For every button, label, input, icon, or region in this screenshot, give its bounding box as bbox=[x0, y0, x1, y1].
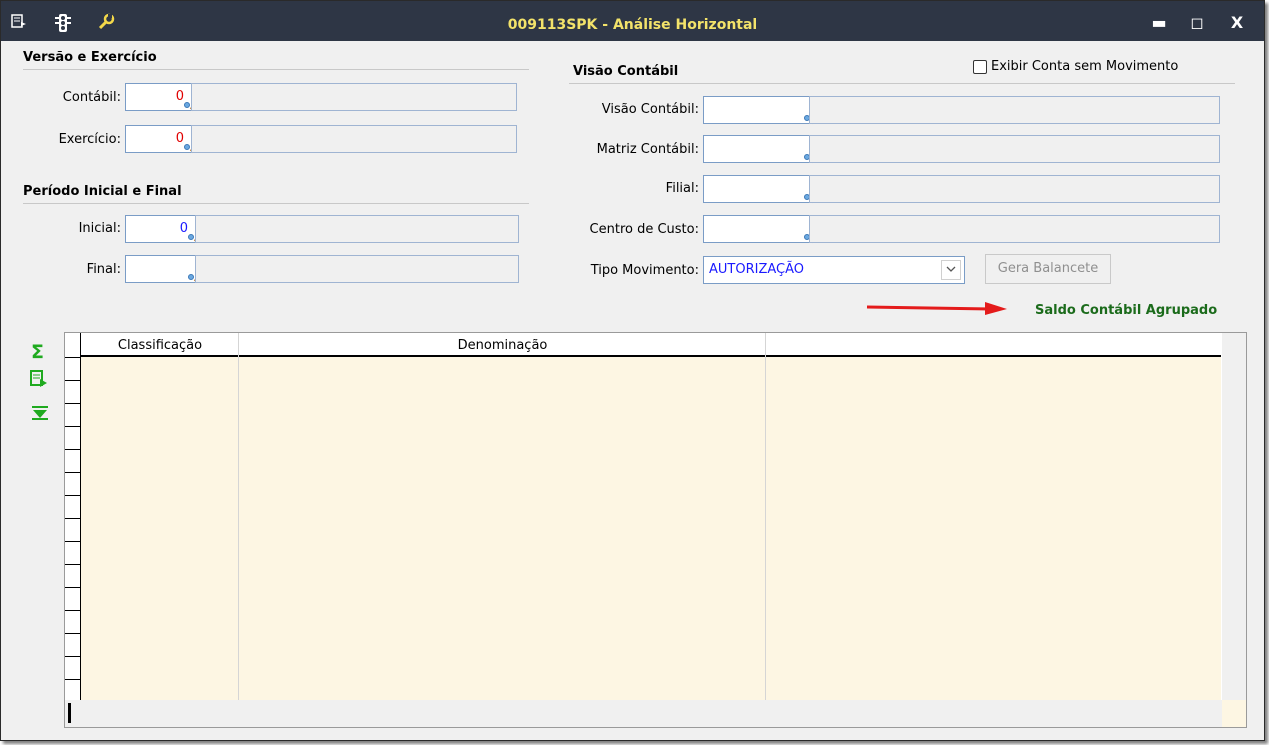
row-indicator-border bbox=[80, 333, 81, 727]
gera-balancete-button[interactable]: Gera Balancete bbox=[985, 254, 1111, 284]
row-tick bbox=[65, 449, 81, 450]
sum-icon[interactable]: Σ bbox=[31, 341, 44, 363]
row-tick bbox=[65, 610, 81, 611]
centro-custo-description bbox=[809, 215, 1220, 243]
vertical-scrollbar[interactable] bbox=[1222, 333, 1246, 700]
contabil-label: Contábil: bbox=[62, 90, 121, 105]
exercicio-value: 0 bbox=[175, 131, 184, 146]
inicial-label: Inicial: bbox=[78, 221, 121, 236]
grid-footer bbox=[65, 700, 1246, 727]
contabil-description bbox=[191, 83, 517, 111]
exibir-conta-checkbox[interactable] bbox=[973, 60, 987, 74]
contabil-input[interactable]: 0 bbox=[125, 83, 193, 111]
row-tick bbox=[65, 495, 81, 496]
saldo-contabil-agrupado-link[interactable]: Saldo Contábil Agrupado bbox=[1035, 303, 1217, 318]
versao-heading: Versão e Exercício bbox=[23, 50, 157, 65]
row-tick bbox=[65, 633, 81, 634]
exibir-conta-label[interactable]: Exibir Conta sem Movimento bbox=[991, 59, 1178, 74]
exercicio-label: Exercício: bbox=[58, 132, 121, 147]
row-tick bbox=[65, 656, 81, 657]
expand-icon[interactable] bbox=[31, 405, 49, 425]
centro-custo-label: Centro de Custo: bbox=[589, 222, 699, 237]
window-title: 009113SPK - Análise Horizontal bbox=[507, 17, 758, 33]
data-grid[interactable]: Classificação Denominação bbox=[64, 332, 1247, 728]
grid-body bbox=[81, 357, 1221, 700]
inicial-input[interactable]: 0 bbox=[125, 215, 197, 243]
row-tick bbox=[65, 679, 81, 680]
row-tick bbox=[65, 564, 81, 565]
versao-divider bbox=[23, 69, 529, 70]
final-label: Final: bbox=[86, 262, 121, 277]
exercicio-input[interactable]: 0 bbox=[125, 125, 193, 153]
tipo-movimento-select[interactable]: AUTORIZAÇÃO bbox=[703, 256, 965, 284]
filial-description bbox=[809, 175, 1220, 203]
row-tick bbox=[65, 357, 81, 358]
header-divider bbox=[81, 355, 1221, 357]
row-tick bbox=[65, 518, 81, 519]
exercicio-description bbox=[191, 125, 517, 153]
periodo-heading: Período Inicial e Final bbox=[23, 184, 182, 199]
visao-contabil-description bbox=[809, 96, 1220, 124]
chevron-down-icon[interactable] bbox=[941, 260, 961, 280]
matriz-contabil-input[interactable] bbox=[703, 135, 813, 163]
row-tick bbox=[65, 426, 81, 427]
centro-custo-input[interactable] bbox=[703, 215, 813, 243]
periodo-divider bbox=[23, 203, 529, 204]
scrollbar-corner bbox=[1222, 700, 1246, 727]
matriz-contabil-description bbox=[809, 135, 1220, 163]
close-button[interactable]: X bbox=[1227, 15, 1247, 31]
filial-input[interactable] bbox=[703, 175, 813, 203]
visao-contabil-input[interactable] bbox=[703, 96, 813, 124]
tipo-movimento-label: Tipo Movimento: bbox=[590, 263, 699, 278]
row-tick bbox=[65, 380, 81, 381]
inicial-value: 0 bbox=[179, 221, 188, 236]
tipo-movimento-value: AUTORIZAÇÃO bbox=[709, 262, 804, 277]
contabil-value: 0 bbox=[175, 89, 184, 104]
row-tick bbox=[65, 541, 81, 542]
column-separator bbox=[238, 333, 239, 700]
final-description bbox=[195, 255, 519, 283]
column-header-denominacao[interactable]: Denominação bbox=[239, 333, 766, 355]
filial-label: Filial: bbox=[665, 181, 699, 196]
column-separator bbox=[765, 333, 766, 700]
inicial-description bbox=[195, 215, 519, 243]
matriz-contabil-label: Matriz Contábil: bbox=[596, 142, 699, 157]
red-arrow-icon bbox=[866, 302, 1007, 315]
analise-horizontal-window: 009113SPK - Análise Horizontal ▬ ◻ X Ver… bbox=[0, 0, 1265, 741]
maximize-button[interactable]: ◻ bbox=[1187, 15, 1207, 31]
row-tick bbox=[65, 472, 81, 473]
row-tick bbox=[65, 587, 81, 588]
visao-divider bbox=[569, 83, 1235, 84]
row-tick bbox=[65, 403, 81, 404]
title-bar: 009113SPK - Análise Horizontal ▬ ◻ X bbox=[1, 1, 1264, 41]
export-icon[interactable] bbox=[29, 369, 49, 393]
final-input[interactable] bbox=[125, 255, 197, 283]
minimize-button[interactable]: ▬ bbox=[1149, 15, 1169, 31]
column-header-classificacao[interactable]: Classificação bbox=[81, 333, 239, 355]
row-indicator bbox=[68, 703, 71, 723]
visao-contabil-label: Visão Contábil: bbox=[601, 102, 699, 117]
visao-heading: Visão Contábil bbox=[573, 64, 679, 79]
